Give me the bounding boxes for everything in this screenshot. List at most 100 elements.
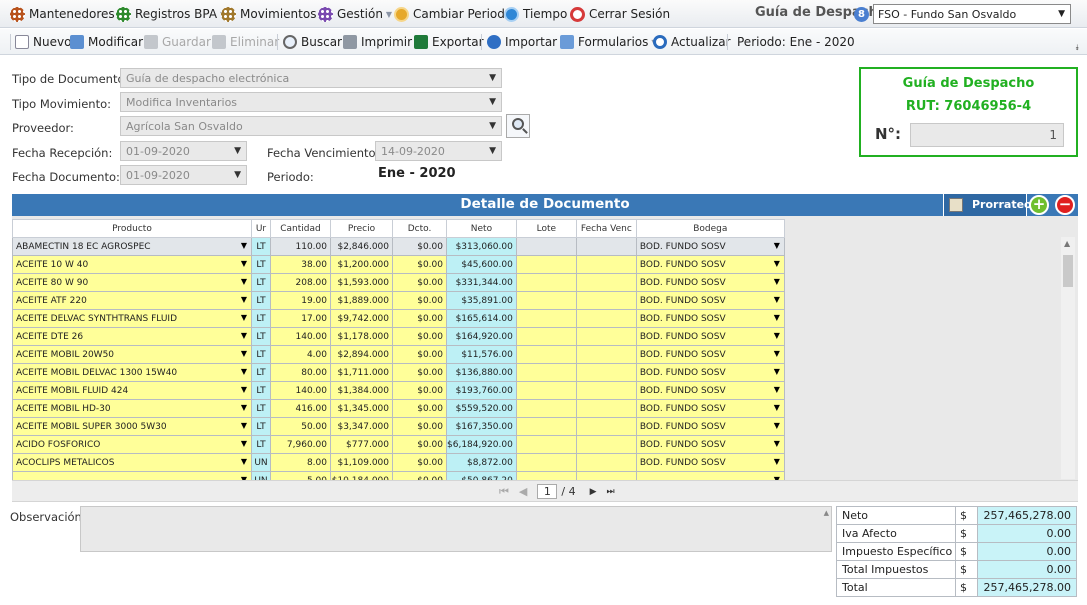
table-row[interactable]: ▼UN5.00$10,184.000$0.00$50,867.20▼ [12,471,785,480]
table-cell[interactable]: $1,200.000 [330,255,393,274]
table-cell[interactable]: $0.00 [392,381,447,400]
table-cell[interactable]: $559,520.00 [446,399,517,418]
observacion-textarea[interactable]: ▲ [80,506,832,552]
importar-button[interactable]: Importar [487,33,557,51]
table-cell[interactable]: UN [251,453,271,472]
table-cell[interactable] [515,453,577,472]
column-header[interactable]: Cantidad [270,219,331,238]
prev-page-icon[interactable]: ◀ [519,485,527,498]
table-cell[interactable]: LT [251,345,271,364]
column-header[interactable]: Neto [446,219,517,238]
table-cell[interactable]: 17.00 [270,309,331,328]
table-cell[interactable]: BOD. FUNDO SOSV ▼ [635,435,785,454]
table-cell[interactable] [515,471,577,480]
chevron-down-icon[interactable]: ▼ [774,403,780,412]
table-cell[interactable]: BOD. FUNDO SOSV ▼ [635,345,785,364]
table-cell[interactable]: ABAMECTIN 18 EC AGROSPEC ▼ [12,237,252,256]
table-cell[interactable]: 8.00 [270,453,331,472]
grid-vertical-scrollbar[interactable]: ▲ [1061,237,1075,479]
proveedor-select[interactable]: Agrícola San Osvaldo ▼ [120,116,502,136]
table-cell[interactable] [575,273,637,292]
table-cell[interactable]: UN [251,471,271,480]
table-cell[interactable]: $164,920.00 [446,327,517,346]
table-cell[interactable]: $1,711.000 [330,363,393,382]
table-cell[interactable]: $35,891.00 [446,291,517,310]
chevron-down-icon[interactable]: ▼ [241,439,247,448]
table-cell[interactable]: LT [251,399,271,418]
table-cell[interactable]: $0.00 [392,471,447,480]
table-cell[interactable] [575,255,637,274]
table-cell[interactable]: $313,060.00 [446,237,517,256]
table-cell[interactable]: $10,184.000 [330,471,393,480]
chevron-down-icon[interactable]: ▼ [774,367,780,376]
table-cell[interactable] [575,345,637,364]
table-cell[interactable]: $50,867.20 [446,471,517,480]
table-cell[interactable]: BOD. FUNDO SOSV ▼ [635,273,785,292]
column-header[interactable]: Dcto. [392,219,447,238]
table-cell[interactable]: $0.00 [392,327,447,346]
table-cell[interactable]: 80.00 [270,363,331,382]
chevron-down-icon[interactable]: ▼ [774,457,780,466]
chevron-down-icon[interactable]: ▼ [241,241,247,250]
table-cell[interactable]: LT [251,435,271,454]
menu-cambiar-periodo[interactable]: Cambiar Periodo [394,5,512,23]
table-cell[interactable]: $1,384.000 [330,381,393,400]
table-row[interactable]: ACEITE MOBIL DELVAC 1300 15W40 ▼ LT 80.00 $1… [12,363,785,382]
table-row[interactable]: ACEITE 80 W 90 ▼ LT 208.00 $1,593.000 $0.00 $3… [12,273,785,292]
chevron-down-icon[interactable]: ▼ [774,439,780,448]
table-cell[interactable] [515,363,577,382]
prorrateo-button[interactable]: Prorrateo [943,194,1032,216]
table-row[interactable]: ABAMECTIN 18 EC AGROSPEC ▼ LT 110.00 $2,846.… [12,237,785,256]
table-row[interactable]: ACEITE MOBIL HD-30 ▼ LT 416.00 $1,345.000 $0.… [12,399,785,418]
chevron-down-icon[interactable]: ▼ [241,421,247,430]
table-cell[interactable]: 140.00 [270,381,331,400]
table-cell[interactable]: 5.00 [270,471,331,480]
table-cell[interactable]: $1,178.000 [330,327,393,346]
table-cell[interactable]: 110.00 [270,237,331,256]
table-cell[interactable] [575,435,637,454]
table-cell[interactable]: $9,742.000 [330,309,393,328]
table-cell[interactable]: 416.00 [270,399,331,418]
chevron-down-icon[interactable]: ▼ [774,385,780,394]
table-cell[interactable]: BOD. FUNDO SOSV ▼ [635,327,785,346]
eliminar-button[interactable]: Eliminar [212,33,279,51]
table-cell[interactable]: $45,600.00 [446,255,517,274]
table-cell[interactable]: $2,894.000 [330,345,393,364]
chevron-down-icon[interactable]: ▼ [774,421,780,430]
table-cell[interactable]: $0.00 [392,363,447,382]
table-cell[interactable]: BOD. FUNDO SOSV ▼ [635,417,785,436]
table-cell[interactable]: ACEITE MOBIL 20W50 ▼ [12,345,252,364]
fecha-vencimiento-picker[interactable]: 14-09-2020 ▼ [375,141,502,161]
menu-cerrar-sesion[interactable]: Cerrar Sesión [570,5,670,23]
table-cell[interactable]: ACEITE DELVAC SYNTHTRANS FLUID ▼ [12,309,252,328]
company-select[interactable]: FSO - Fundo San Osvaldo ▼ [873,4,1071,24]
chevron-down-icon[interactable]: ▼ [241,349,247,358]
fecha-recepcion-picker[interactable]: 01-09-2020 ▼ [120,141,247,161]
table-cell[interactable]: $167,350.00 [446,417,517,436]
table-cell[interactable]: 208.00 [270,273,331,292]
table-cell[interactable]: $1,109.000 [330,453,393,472]
guardar-button[interactable]: Guardar [144,33,211,51]
table-cell[interactable] [575,291,637,310]
column-header[interactable]: Bodega [635,219,785,238]
remove-row-icon[interactable]: − [1055,195,1075,215]
table-cell[interactable]: BOD. FUNDO SOSV ▼ [635,309,785,328]
table-cell[interactable] [575,327,637,346]
table-cell[interactable]: LT [251,327,271,346]
table-cell[interactable]: ACIDO FOSFORICO ▼ [12,435,252,454]
tipo-movimiento-select[interactable]: Modifica Inventarios ▼ [120,92,502,112]
formularios-button[interactable]: Formularios▼ [560,33,658,51]
table-cell[interactable]: $1,593.000 [330,273,393,292]
table-cell[interactable] [515,273,577,292]
nuevo-button[interactable]: Nuevo [15,33,71,51]
table-cell[interactable]: 4.00 [270,345,331,364]
table-cell[interactable] [515,255,577,274]
table-row[interactable]: ACEITE 10 W 40 ▼ LT 38.00 $1,200.000 $0.00 $45… [12,255,785,274]
table-cell[interactable]: LT [251,255,271,274]
table-cell[interactable]: BOD. FUNDO SOSV ▼ [635,363,785,382]
table-cell[interactable]: LT [251,291,271,310]
table-cell[interactable]: BOD. FUNDO SOSV ▼ [635,453,785,472]
numero-input[interactable]: 1 [910,123,1064,147]
column-header[interactable]: Producto [12,219,252,238]
chevron-down-icon[interactable]: ▼ [774,277,780,286]
